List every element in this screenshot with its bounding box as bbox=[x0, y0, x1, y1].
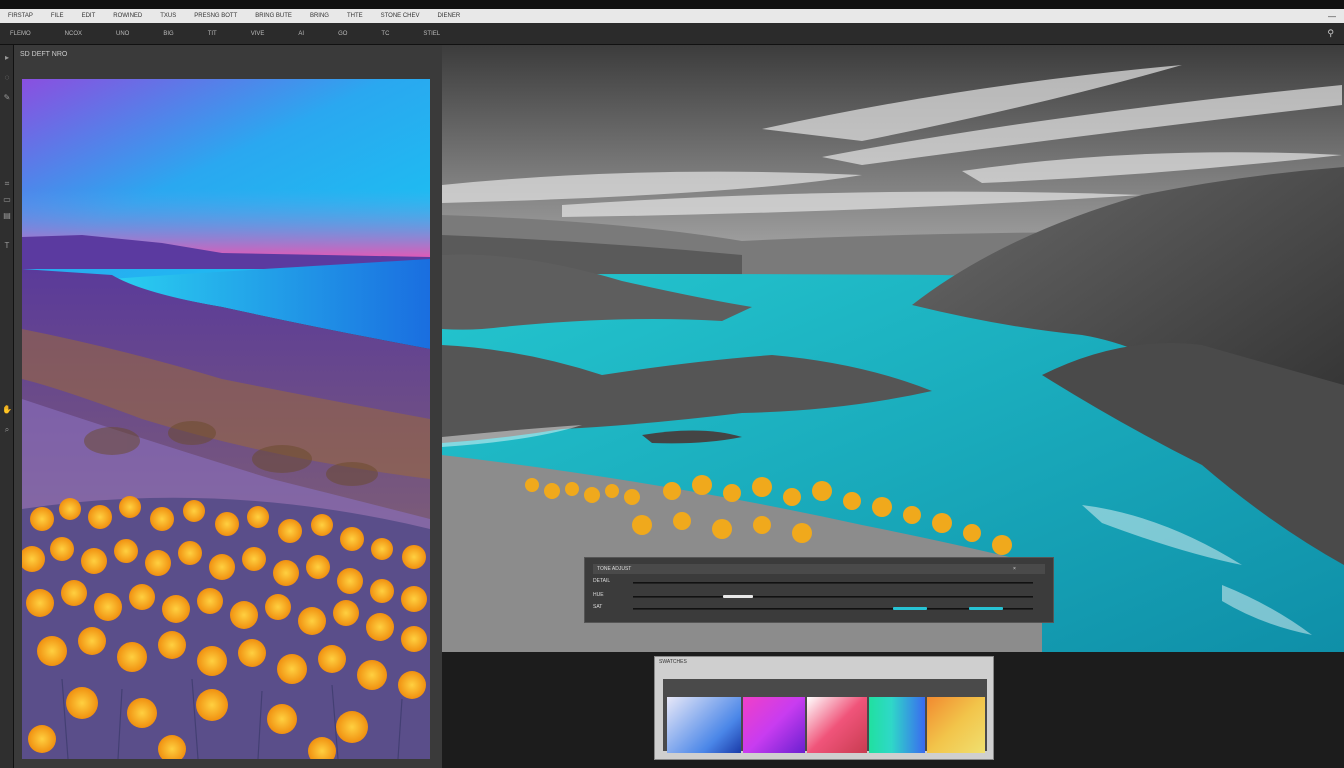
swatches-grid bbox=[663, 679, 987, 753]
menu-item[interactable]: GO bbox=[338, 31, 347, 37]
gradient-tool-icon[interactable]: ▤ bbox=[2, 211, 12, 221]
sat-label: SAT bbox=[593, 604, 603, 610]
pin-icon[interactable]: ⚲ bbox=[1327, 28, 1334, 39]
hue-label: HUE bbox=[593, 592, 604, 598]
detail-label: DETAIL bbox=[593, 578, 611, 584]
dialog-header: TONE ADJUST × bbox=[593, 564, 1045, 574]
titlebar-item[interactable]: BRING BUTE bbox=[255, 13, 292, 19]
hand-tool-icon[interactable]: ✋ bbox=[2, 405, 12, 415]
titlebar-item[interactable]: THTE bbox=[347, 13, 363, 19]
sat-slider-fill-2[interactable] bbox=[969, 607, 1003, 610]
swatches-title: SWATCHES bbox=[659, 659, 687, 665]
swatch-pink[interactable] bbox=[807, 697, 867, 753]
document-canvas[interactable] bbox=[22, 79, 430, 759]
swatch-blue[interactable] bbox=[667, 697, 741, 753]
swatch-teal[interactable] bbox=[869, 697, 925, 753]
menu-item[interactable]: STIEL bbox=[423, 31, 440, 37]
titlebar-item[interactable]: FIRSTAP bbox=[8, 13, 33, 19]
crop-tool-icon[interactable]: ⌗ bbox=[2, 179, 12, 189]
hue-track[interactable] bbox=[633, 596, 1033, 598]
titlebar-item[interactable]: BRING bbox=[310, 13, 329, 19]
swatch-yellow[interactable] bbox=[927, 697, 985, 753]
menu-bar: FLEMO NCOX UNO BIG TIT VIVE AI GO TC STI… bbox=[0, 23, 1344, 45]
sat-row: SAT bbox=[593, 604, 1045, 612]
hue-row: HUE bbox=[593, 592, 1045, 600]
adjustments-dialog: TONE ADJUST × DETAIL HUE SAT bbox=[584, 557, 1054, 623]
dialog-close-icon[interactable]: × bbox=[1013, 566, 1016, 572]
menu-item[interactable]: TC bbox=[381, 31, 389, 37]
detail-row: DETAIL bbox=[593, 578, 1045, 586]
zoom-tool-icon[interactable]: ⌕ bbox=[2, 425, 12, 435]
titlebar-item[interactable]: EDIT bbox=[82, 13, 96, 19]
top-strip bbox=[0, 0, 1344, 9]
title-bar: FIRSTAP FILE EDIT ROWINED TXUS PRESNG BO… bbox=[0, 9, 1344, 23]
swatch-magenta[interactable] bbox=[743, 697, 805, 753]
titlebar-item[interactable]: FILE bbox=[51, 13, 64, 19]
detail-track[interactable] bbox=[633, 582, 1033, 584]
photo-editor-window: FIRSTAP FILE EDIT ROWINED TXUS PRESNG BO… bbox=[0, 0, 1344, 768]
tools-panel: ▸ ◌ ✎ ⌗ ▭ ▤ T ✋ ⌕ bbox=[0, 45, 14, 768]
titlebar-item[interactable]: DIENER bbox=[438, 13, 461, 19]
swatches-header: SWATCHES bbox=[659, 659, 991, 667]
eraser-tool-icon[interactable]: ▭ bbox=[2, 195, 12, 205]
document-tab[interactable]: SD DEFT NRO bbox=[20, 51, 67, 58]
menu-item[interactable]: TIT bbox=[208, 31, 217, 37]
menu-item[interactable]: BIG bbox=[163, 31, 173, 37]
titlebar-item[interactable]: TXUS bbox=[160, 13, 176, 19]
swatches-panel: SWATCHES bbox=[654, 656, 994, 760]
hue-slider-handle[interactable] bbox=[723, 595, 753, 598]
menu-item[interactable]: VIVE bbox=[251, 31, 265, 37]
menu-item[interactable]: AI bbox=[298, 31, 304, 37]
dialog-title: TONE ADJUST bbox=[597, 566, 632, 572]
menu-item[interactable]: NCOX bbox=[65, 31, 82, 37]
menu-item[interactable]: UNO bbox=[116, 31, 129, 37]
sat-slider-fill[interactable] bbox=[893, 607, 927, 610]
brush-tool-icon[interactable]: ✎ bbox=[2, 93, 12, 103]
titlebar-item[interactable]: STONE CHEV bbox=[381, 13, 420, 19]
titlebar-item[interactable]: PRESNG BOTT bbox=[194, 13, 237, 19]
titlebar-item[interactable]: ROWINED bbox=[113, 13, 142, 19]
coastal-photo bbox=[22, 79, 430, 759]
lasso-tool-icon[interactable]: ◌ bbox=[2, 73, 12, 83]
minimize-icon[interactable]: — bbox=[1328, 12, 1336, 21]
document-panel: SD DEFT NRO bbox=[14, 45, 442, 768]
menu-item[interactable]: FLEMO bbox=[10, 31, 31, 37]
text-tool-icon[interactable]: T bbox=[2, 241, 12, 251]
move-tool-icon[interactable]: ▸ bbox=[2, 53, 12, 63]
